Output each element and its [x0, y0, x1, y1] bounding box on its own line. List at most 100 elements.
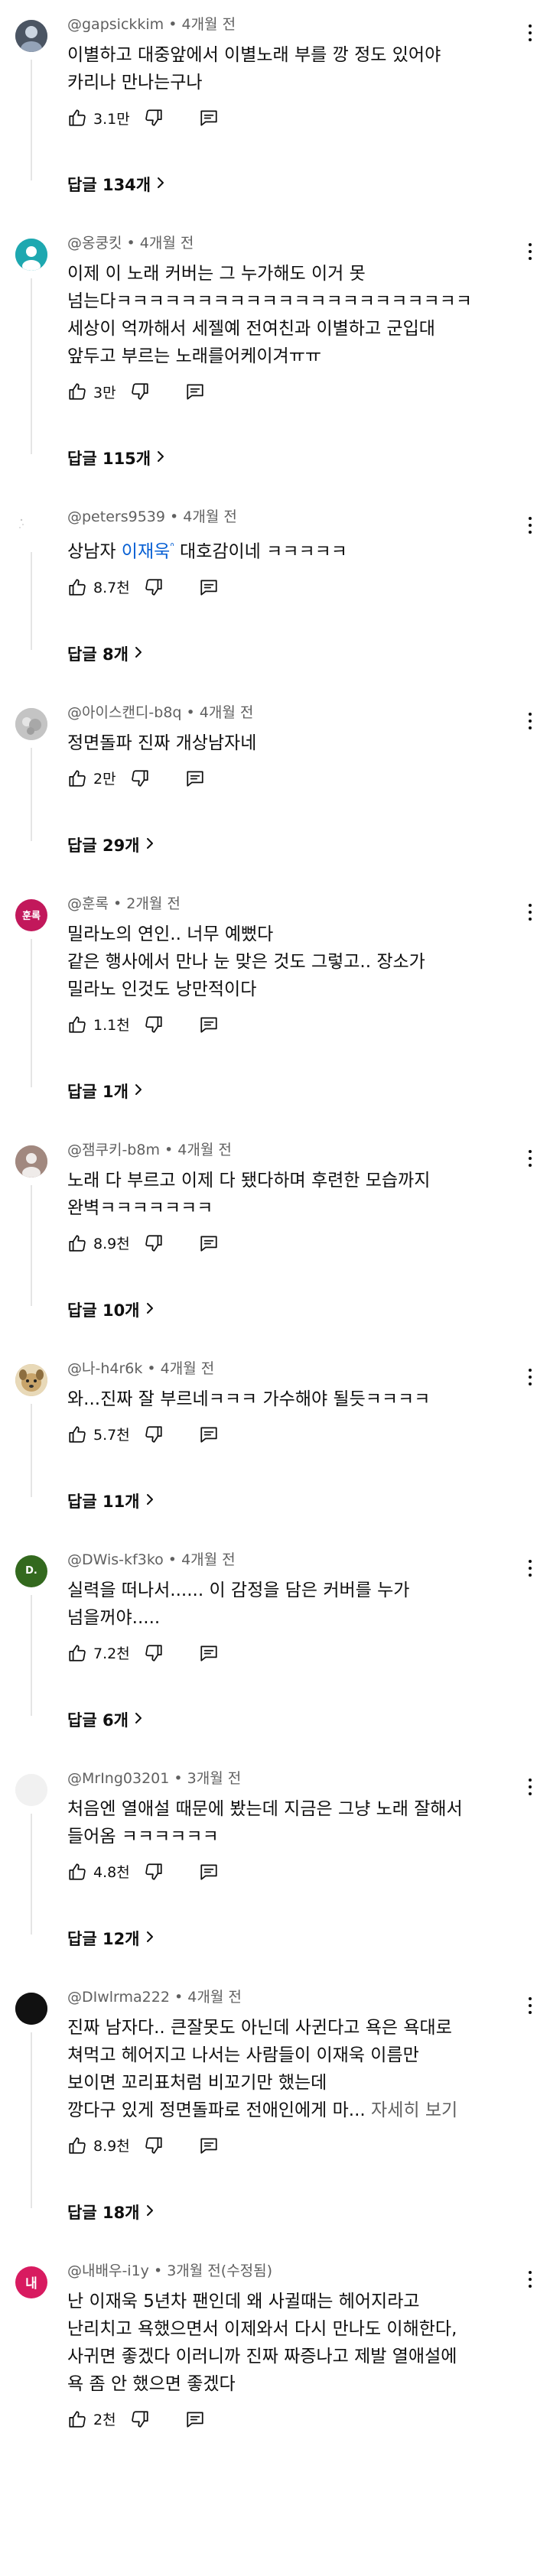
reply-comment-icon[interactable] — [199, 1233, 219, 1253]
thumbs-down-icon[interactable] — [144, 108, 164, 128]
replies-count-label: 답글 29개 — [67, 836, 140, 855]
comment-author[interactable]: @옹쿵킷 — [67, 235, 122, 252]
comment-thread: @옹쿵킷 • 4개월 전 이제 이 노래 커버는 그 누가해도 이거 못 넘는다ㅋㅋ… — [0, 219, 550, 492]
thumbs-up-icon[interactable] — [67, 382, 87, 401]
reply-comment-icon[interactable] — [199, 2136, 219, 2155]
reply-comment-icon[interactable] — [185, 382, 205, 401]
thumbs-down-icon[interactable] — [144, 1424, 164, 1444]
thumbs-up-icon[interactable] — [67, 577, 87, 597]
meta-separator: • — [148, 2262, 168, 2279]
avatar[interactable] — [15, 20, 47, 52]
more-vert-icon[interactable] — [521, 1366, 539, 1389]
comment-author[interactable]: @훈록 — [67, 895, 109, 912]
thumbs-down-icon[interactable] — [144, 1015, 164, 1035]
comment-author[interactable]: @DIwlrma222 — [67, 1989, 170, 2006]
view-replies-button[interactable]: 답글 8개 — [67, 642, 144, 665]
thumbs-down-icon[interactable] — [130, 382, 150, 401]
view-replies-button[interactable]: 답글 18개 — [67, 2201, 155, 2224]
thumbs-up-icon[interactable] — [67, 1233, 87, 1253]
thumbs-down-icon[interactable] — [144, 1862, 164, 1882]
thumbs-down-icon[interactable] — [130, 768, 150, 788]
more-vert-icon[interactable] — [521, 901, 539, 924]
thread-connector-line — [31, 747, 32, 841]
thumbs-up-icon[interactable] — [67, 1424, 87, 1444]
view-replies-button[interactable]: 답글 29개 — [67, 833, 155, 856]
reply-comment-icon[interactable] — [199, 577, 219, 597]
comment-time[interactable]: 4개월 전 — [177, 1142, 232, 1158]
reply-comment-icon[interactable] — [185, 2409, 205, 2429]
comment-time[interactable]: 4개월 전 — [181, 16, 236, 33]
comment-text-fragment: 정면돌파 진짜 개상남자네 — [67, 733, 257, 753]
comment-thread: @MrIng03201 • 3개월 전 처음엔 열애설 때문에 봤는데 지금은 그… — [0, 1754, 550, 1973]
thumbs-up-icon[interactable] — [67, 768, 87, 788]
more-vert-icon[interactable] — [521, 1775, 539, 1798]
view-replies-button[interactable]: 답글 134개 — [67, 173, 166, 196]
more-vert-icon[interactable] — [521, 1147, 539, 1170]
thumbs-down-icon[interactable] — [130, 2409, 150, 2429]
more-vert-icon[interactable] — [521, 1557, 539, 1580]
mention-link[interactable]: 이재욱 — [122, 542, 170, 562]
thumbs-down-icon[interactable] — [144, 1233, 164, 1253]
avatar[interactable]: 내 — [15, 2266, 47, 2298]
comment-text-fragment: 밀라노의 연인.. 너무 예뻤다 — [67, 924, 274, 944]
like-count: 8.7천 — [93, 580, 130, 597]
view-replies-button[interactable]: 답글 6개 — [67, 1708, 144, 1731]
thumbs-up-icon[interactable] — [67, 2136, 87, 2155]
thumbs-up-icon[interactable] — [67, 1015, 87, 1035]
comment-author[interactable]: @아이스캔디-b8q — [67, 704, 181, 721]
more-vert-icon[interactable] — [521, 514, 539, 537]
comment-text-fragment: 완벽ㅋㅋㅋㅋㅋㅋㅋ — [67, 1197, 213, 1218]
comment-time[interactable]: 3개월 전(수정됨) — [167, 2263, 272, 2279]
avatar[interactable] — [15, 1773, 47, 1806]
comment-time[interactable]: 4개월 전 — [140, 235, 194, 252]
thumbs-down-icon[interactable] — [144, 2136, 164, 2155]
view-replies-button[interactable]: 답글 12개 — [67, 1927, 155, 1950]
comment-author[interactable]: @MrIng03201 — [67, 1770, 169, 1787]
comment-author[interactable]: @나-h4r6k — [67, 1360, 142, 1377]
comment-text: 실력을 떠나서...... 이 감정을 담은 커버를 누가 넘을꺼야..... — [67, 1577, 500, 1632]
thumbs-up-icon[interactable] — [67, 108, 87, 128]
more-vert-icon[interactable] — [521, 21, 539, 44]
comment-author[interactable]: @gapsickkim — [67, 16, 164, 33]
thread-connector-line — [31, 60, 32, 180]
thumbs-down-icon[interactable] — [144, 1643, 164, 1663]
thumbs-down-icon[interactable] — [144, 577, 164, 597]
avatar[interactable] — [15, 1992, 47, 2025]
thumbs-up-icon[interactable] — [67, 1862, 87, 1882]
comment-time[interactable]: 3개월 전 — [187, 1770, 242, 1787]
comment-author[interactable]: @peters9539 — [67, 508, 165, 525]
read-more-link[interactable]: 자세히 보기 — [366, 2100, 457, 2120]
comment-time[interactable]: 4개월 전 — [187, 1989, 242, 2006]
reply-comment-icon[interactable] — [199, 1862, 219, 1882]
more-vert-icon[interactable] — [521, 1994, 539, 2017]
reply-comment-icon[interactable] — [185, 768, 205, 788]
avatar[interactable] — [15, 1145, 47, 1178]
more-vert-icon[interactable] — [521, 710, 539, 733]
comment-author[interactable]: @잼쿠키-b8m — [67, 1142, 160, 1158]
more-vert-icon[interactable] — [521, 2268, 539, 2291]
avatar[interactable] — [15, 239, 47, 271]
avatar[interactable]: 훈록 — [15, 898, 47, 931]
more-vert-icon[interactable] — [521, 240, 539, 263]
thumbs-up-icon[interactable] — [67, 1643, 87, 1663]
avatar[interactable] — [15, 1363, 47, 1396]
comment-time[interactable]: 4개월 전 — [181, 1551, 236, 1568]
avatar[interactable] — [15, 707, 47, 740]
thumbs-up-icon[interactable] — [67, 2409, 87, 2429]
view-replies-button[interactable]: 답글 1개 — [67, 1080, 144, 1103]
comment-time[interactable]: 4개월 전 — [200, 704, 254, 721]
avatar[interactable] — [15, 512, 47, 544]
avatar[interactable]: D. — [15, 1554, 47, 1587]
comment-time[interactable]: 4개월 전 — [183, 508, 237, 525]
view-replies-button[interactable]: 답글 11개 — [67, 1489, 155, 1512]
comment-author[interactable]: @DWis-kf3ko — [67, 1551, 164, 1568]
reply-comment-icon[interactable] — [199, 1424, 219, 1444]
view-replies-button[interactable]: 답글 10개 — [67, 1298, 155, 1321]
comment-author[interactable]: @내배우-i1y — [67, 2263, 149, 2279]
reply-comment-icon[interactable] — [199, 1015, 219, 1035]
reply-comment-icon[interactable] — [199, 1643, 219, 1663]
comment-time[interactable]: 2개월 전 — [126, 895, 181, 912]
reply-comment-icon[interactable] — [199, 108, 219, 128]
view-replies-button[interactable]: 답글 115개 — [67, 447, 166, 469]
comment-time[interactable]: 4개월 전 — [161, 1360, 215, 1377]
